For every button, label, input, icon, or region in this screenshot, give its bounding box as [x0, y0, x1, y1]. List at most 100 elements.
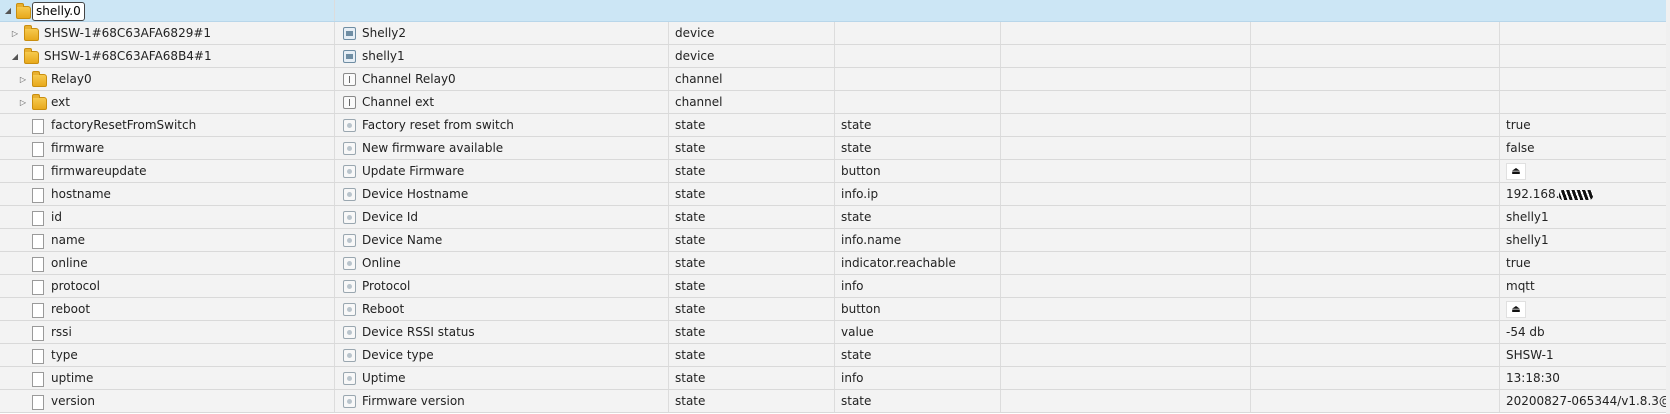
row-id-cell[interactable]: ◢ SHSW-1#68C63AFA68B4#1 — [0, 45, 335, 67]
object-name: Device type — [362, 348, 434, 362]
collapse-arrow-icon[interactable]: ◢ — [10, 45, 20, 67]
table-row[interactable]: firmwareupdate Update Firmware state butto… — [0, 160, 1670, 183]
table-row[interactable]: ◢ SHSW-1#68C63AFA68B4#1 shelly1 device — [0, 45, 1670, 68]
row-value-cell[interactable]: false — [1500, 137, 1666, 159]
root-id-cell[interactable]: ◢ shelly.0 — [0, 0, 335, 21]
expand-arrow-icon[interactable]: ◢ — [3, 0, 13, 21]
table-row[interactable]: id Device Id state state shelly1 — [0, 206, 1670, 229]
table-row[interactable]: rssi Device RSSI status state value -54 db — [0, 321, 1670, 344]
row-value-cell[interactable]: true — [1500, 252, 1666, 274]
state-icon — [343, 165, 356, 178]
row-name-cell: Update Firmware — [335, 160, 669, 182]
row-name-cell: Protocol — [335, 275, 669, 297]
expand-arrow-icon[interactable]: ▷ — [18, 68, 28, 90]
row-id-cell[interactable]: ▷ Relay0 — [0, 68, 335, 90]
row-value-cell[interactable]: mqtt — [1500, 275, 1666, 297]
row-value-cell[interactable] — [1500, 22, 1666, 44]
object-value[interactable] — [1500, 95, 1506, 109]
row-id-cell[interactable]: firmwareupdate — [0, 160, 335, 182]
expand-arrow-icon[interactable]: ▷ — [18, 91, 28, 113]
object-value[interactable]: -54 db — [1500, 325, 1545, 339]
row-id-cell[interactable]: protocol — [0, 275, 335, 297]
table-row[interactable]: reboot Reboot state button ⏏ — [0, 298, 1670, 321]
table-row[interactable]: ▷ Relay0 Channel Relay0 channel — [0, 68, 1670, 91]
row-value-cell[interactable] — [1500, 45, 1666, 67]
row-function-cell — [1251, 229, 1500, 251]
object-value[interactable]: SHSW-1 — [1500, 348, 1554, 362]
row-value-cell[interactable]: shelly1 — [1500, 206, 1666, 228]
row-name-cell: Firmware version — [335, 390, 669, 412]
row-role-cell: button — [835, 298, 1001, 320]
row-id-cell[interactable]: rssi — [0, 321, 335, 343]
object-value[interactable]: mqtt — [1500, 279, 1535, 293]
table-row[interactable]: uptime Uptime state info 13:18:30 — [0, 367, 1670, 390]
object-value[interactable] — [1500, 72, 1506, 86]
tree-root-row[interactable]: ◢ shelly.0 — [0, 0, 1670, 22]
row-type-cell: state — [669, 137, 835, 159]
table-row[interactable]: factoryResetFromSwitch Factory reset fro… — [0, 114, 1670, 137]
row-id-cell[interactable]: factoryResetFromSwitch — [0, 114, 335, 136]
object-value[interactable]: shelly1 — [1500, 233, 1549, 247]
row-value-cell[interactable]: true — [1500, 114, 1666, 136]
object-id: hostname — [51, 187, 111, 201]
row-type-cell: state — [669, 183, 835, 205]
row-id-cell[interactable]: type — [0, 344, 335, 366]
row-value-cell[interactable] — [1500, 68, 1666, 90]
object-value[interactable]: shelly1 — [1500, 210, 1549, 224]
table-row[interactable]: online Online state indicator.reachable tru… — [0, 252, 1670, 275]
object-type: channel — [675, 72, 723, 86]
row-value-cell[interactable]: 192.168. — [1500, 183, 1666, 205]
row-value-cell[interactable]: ⏏ — [1500, 298, 1666, 320]
trigger-button[interactable]: ⏏ — [1506, 301, 1526, 318]
trigger-button[interactable]: ⏏ — [1506, 163, 1526, 180]
object-value[interactable]: true — [1500, 256, 1531, 270]
table-row[interactable]: hostname Device Hostname state info.ip 192.… — [0, 183, 1670, 206]
row-function-cell — [1251, 68, 1500, 90]
table-row[interactable]: ▷ SHSW-1#68C63AFA6829#1 Shelly2 device — [0, 22, 1670, 45]
table-row[interactable]: name Device Name state info.name shelly1 — [0, 229, 1670, 252]
object-value[interactable]: 20200827-065344/v1.8.3@4a8 — [1500, 394, 1666, 408]
row-id-cell[interactable]: reboot — [0, 298, 335, 320]
object-value[interactable] — [1500, 26, 1506, 40]
object-value[interactable]: true — [1500, 118, 1531, 132]
object-type: state — [675, 256, 706, 270]
object-role: state — [841, 394, 872, 408]
row-value-cell[interactable]: -54 db — [1500, 321, 1666, 343]
object-name: Uptime — [362, 371, 406, 385]
object-value[interactable]: 13:18:30 — [1500, 371, 1560, 385]
table-row[interactable]: firmware New firmware available state stat… — [0, 137, 1670, 160]
table-row[interactable]: ▷ ext Channel ext channel — [0, 91, 1670, 114]
row-room-cell — [1001, 91, 1251, 113]
table-row[interactable]: type Device type state state SHSW-1 — [0, 344, 1670, 367]
object-value[interactable]: false — [1500, 141, 1535, 155]
scrollbar[interactable] — [1666, 0, 1670, 414]
row-id-cell[interactable]: uptime — [0, 367, 335, 389]
object-type: state — [675, 325, 706, 339]
object-value[interactable] — [1500, 49, 1506, 63]
state-icon — [343, 395, 356, 408]
row-id-cell[interactable]: ▷ SHSW-1#68C63AFA6829#1 — [0, 22, 335, 44]
row-value-cell[interactable] — [1500, 91, 1666, 113]
row-id-cell[interactable]: ▷ ext — [0, 91, 335, 113]
object-value[interactable]: 192.168. — [1500, 187, 1559, 201]
table-row[interactable]: protocol Protocol state info mqtt — [0, 275, 1670, 298]
row-value-cell[interactable]: 13:18:30 — [1500, 367, 1666, 389]
row-value-cell[interactable]: 20200827-065344/v1.8.3@4a8 — [1500, 390, 1666, 412]
row-id-cell[interactable]: name — [0, 229, 335, 251]
row-id-cell[interactable]: firmware — [0, 137, 335, 159]
state-icon — [343, 234, 356, 247]
row-value-cell[interactable]: SHSW-1 — [1500, 344, 1666, 366]
file-icon — [32, 234, 44, 249]
row-value-cell[interactable]: ⏏ — [1500, 160, 1666, 182]
row-value-cell[interactable]: shelly1 — [1500, 229, 1666, 251]
file-icon — [32, 188, 44, 203]
row-id-cell[interactable]: version — [0, 390, 335, 412]
table-row[interactable]: version Firmware version state state 202008… — [0, 390, 1670, 413]
state-icon — [343, 372, 356, 385]
row-id-cell[interactable]: id — [0, 206, 335, 228]
folder-icon — [32, 94, 47, 110]
row-id-cell[interactable]: online — [0, 252, 335, 274]
expand-arrow-icon[interactable]: ▷ — [10, 22, 20, 44]
row-id-cell[interactable]: hostname — [0, 183, 335, 205]
root-label[interactable]: shelly.0 — [32, 2, 85, 21]
